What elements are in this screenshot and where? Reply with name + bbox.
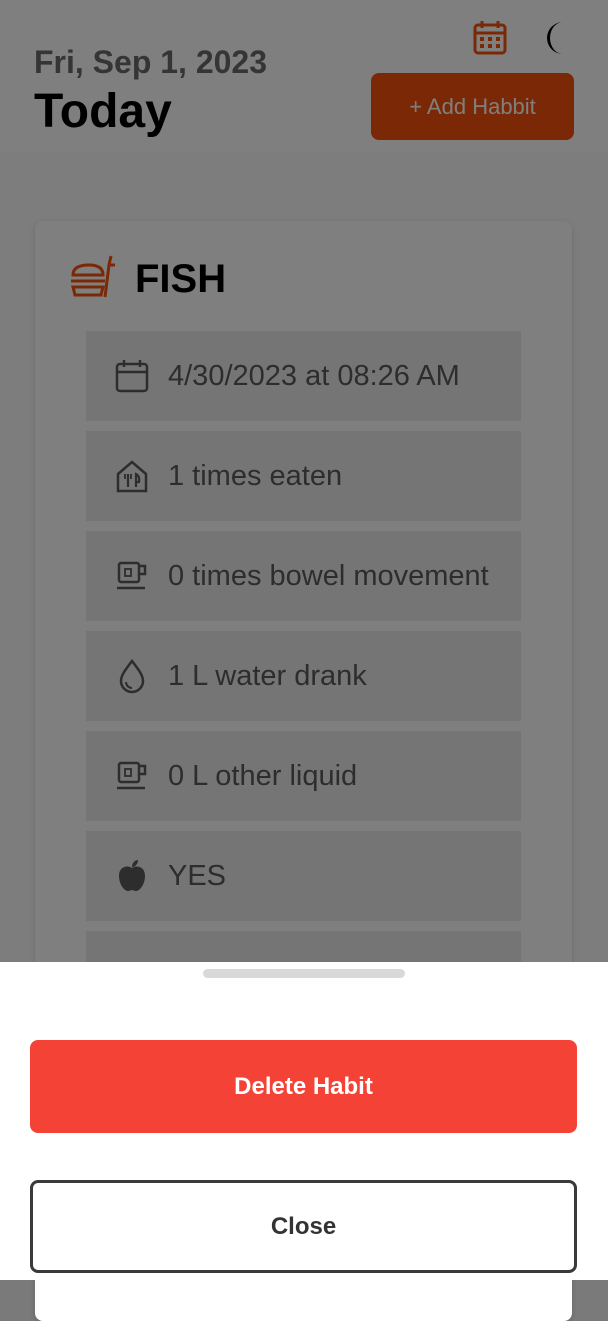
drag-handle[interactable] bbox=[203, 969, 405, 978]
delete-habit-button[interactable]: Delete Habit bbox=[30, 1040, 577, 1133]
bottom-sheet: Delete Habit Close bbox=[0, 962, 608, 1280]
close-button[interactable]: Close bbox=[30, 1180, 577, 1273]
